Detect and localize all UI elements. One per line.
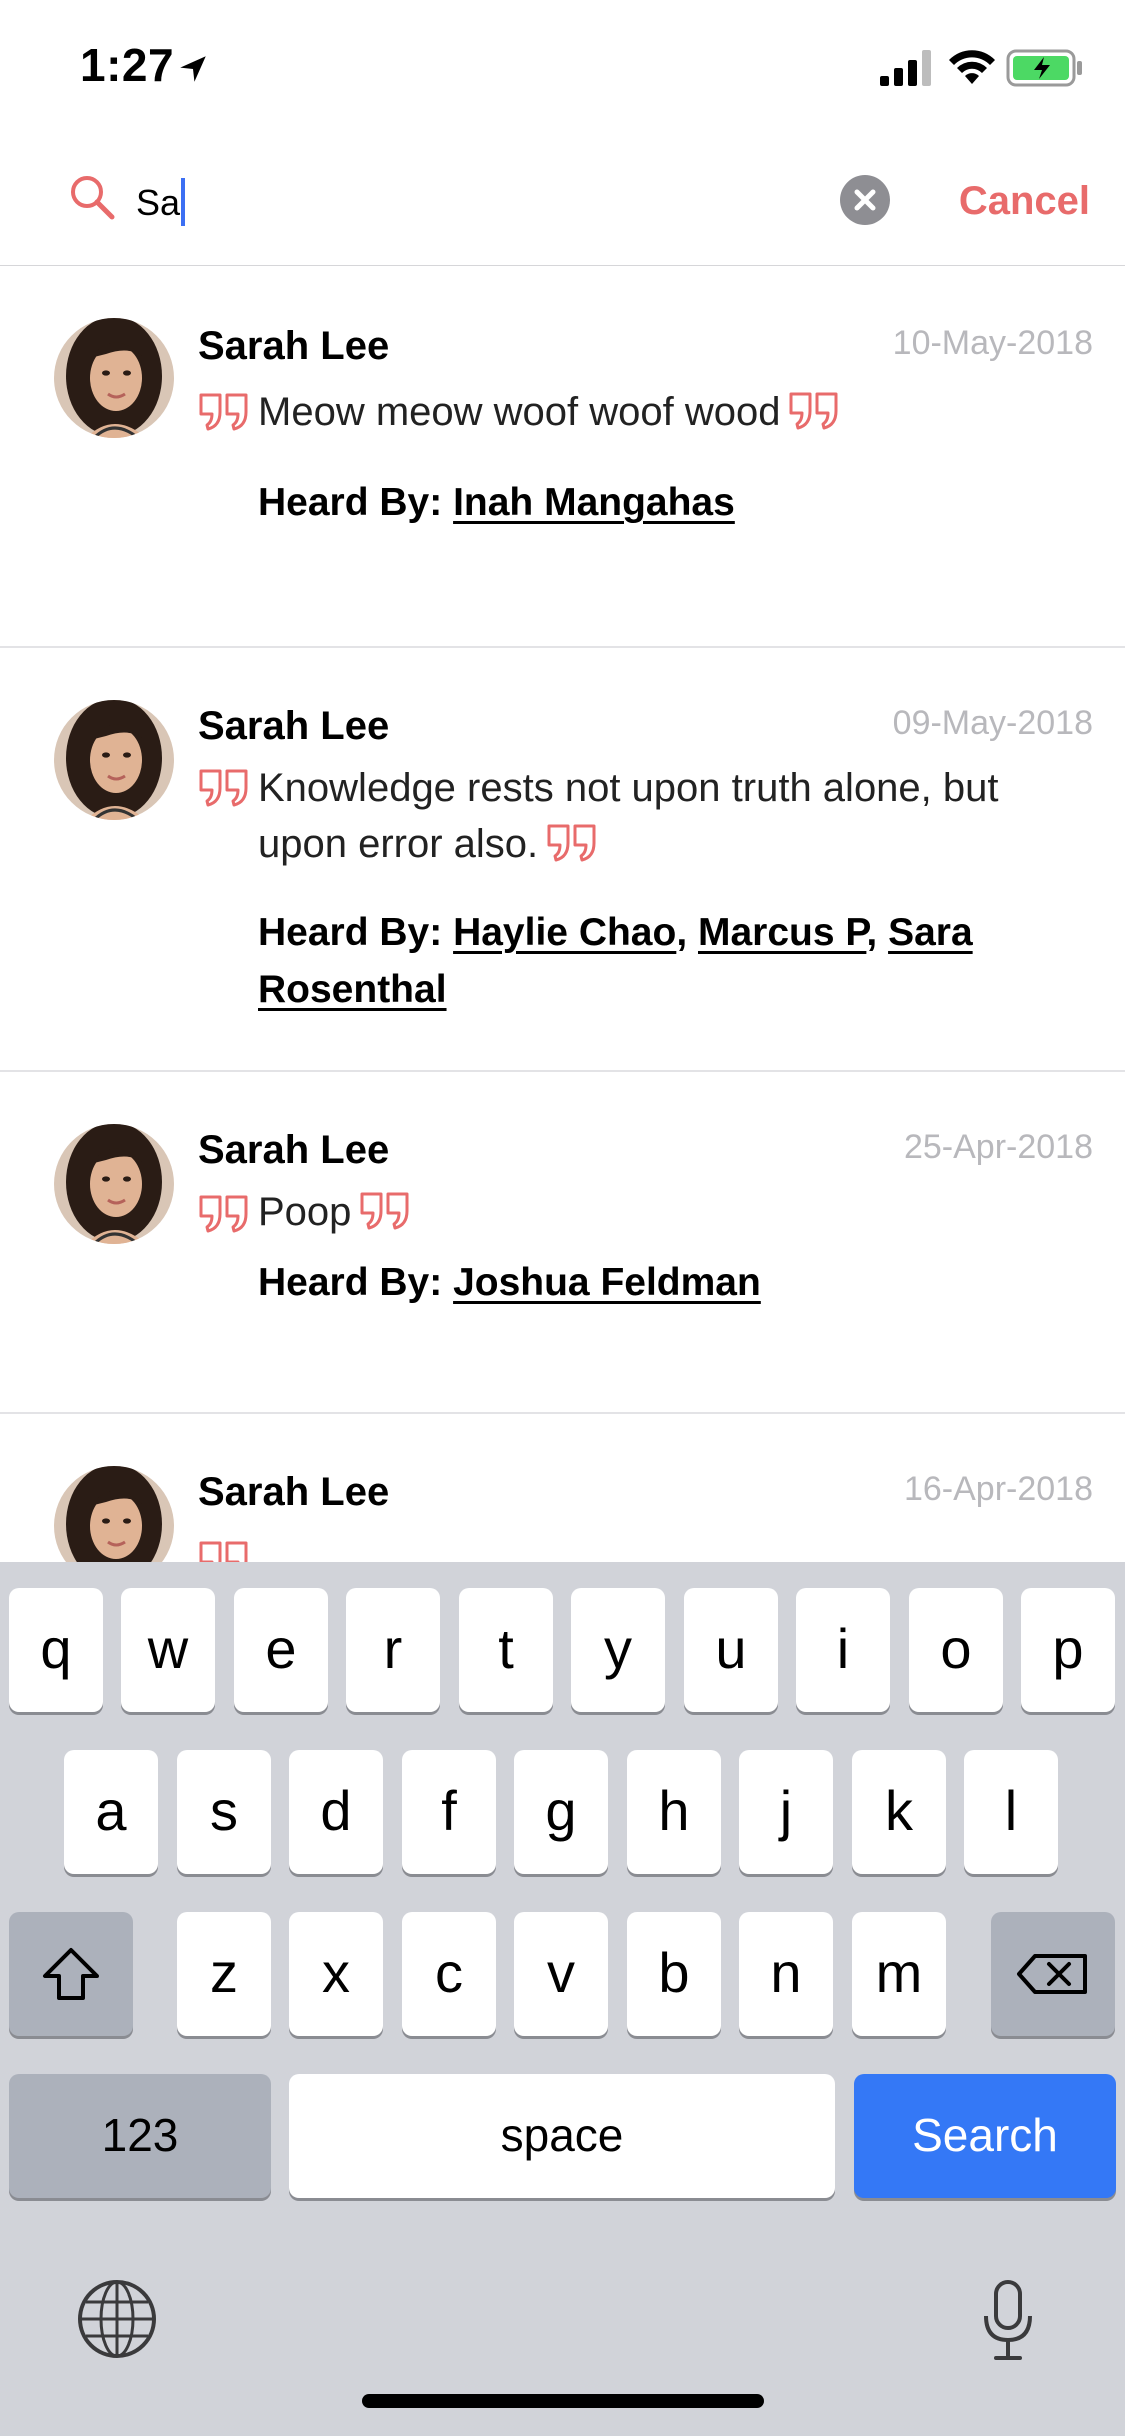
- key-z[interactable]: z: [177, 1912, 271, 2036]
- key-i[interactable]: i: [796, 1588, 890, 1712]
- battery-icon: [1006, 49, 1082, 87]
- quote-body: Poop: [258, 1190, 352, 1234]
- key-r[interactable]: r: [346, 1588, 440, 1712]
- key-p[interactable]: p: [1021, 1588, 1115, 1712]
- heard-by-person-link[interactable]: Marcus P: [698, 911, 866, 954]
- key-k[interactable]: k: [852, 1750, 946, 1874]
- quote-close-icon: [546, 823, 598, 863]
- key-e[interactable]: e: [234, 1588, 328, 1712]
- delete-key[interactable]: [991, 1912, 1115, 2036]
- key-g[interactable]: g: [514, 1750, 608, 1874]
- avatar: [54, 1466, 174, 1562]
- heard-by-label: Heard By:: [258, 1261, 443, 1304]
- key-n[interactable]: n: [739, 1912, 833, 2036]
- key-q[interactable]: q: [9, 1588, 103, 1712]
- text-caret: [181, 178, 186, 227]
- result-card[interactable]: Sarah Lee 10-May-2018 Meow meow woof woo…: [0, 266, 1125, 648]
- key-d[interactable]: d: [289, 1750, 383, 1874]
- author-name: Sarah Lee: [198, 704, 390, 748]
- quote-body: Knowledge rests not upon truth alone, bu…: [258, 766, 999, 866]
- quote-open-icon: [198, 392, 250, 432]
- quote-open-icon: [198, 1540, 250, 1562]
- shift-key[interactable]: [9, 1912, 133, 2036]
- key-t[interactable]: t: [459, 1588, 553, 1712]
- result-card[interactable]: Sarah Lee 25-Apr-2018 Poop Heard By: Jos…: [0, 1072, 1125, 1414]
- author-name: Sarah Lee: [198, 324, 390, 368]
- microphone-icon[interactable]: [980, 2278, 1036, 2362]
- quote-close-icon: [359, 1191, 411, 1231]
- author-name: Sarah Lee: [198, 1128, 390, 1172]
- heard-by-label: Heard By:: [258, 481, 443, 524]
- heard-by-person-link[interactable]: Joshua Feldman: [453, 1261, 761, 1304]
- key-m[interactable]: m: [852, 1912, 946, 2036]
- quote-close-icon: [788, 391, 840, 431]
- key-o[interactable]: o: [909, 1588, 1003, 1712]
- quote-open-icon: [198, 768, 250, 808]
- quote-text: Meow meow woof woof wood: [258, 384, 1078, 440]
- key-v[interactable]: v: [514, 1912, 608, 2036]
- numbers-key[interactable]: 123: [9, 2074, 271, 2198]
- cancel-button[interactable]: Cancel: [930, 171, 1090, 231]
- key-w[interactable]: w: [121, 1588, 215, 1712]
- globe-icon[interactable]: [76, 2278, 158, 2360]
- key-a[interactable]: a: [64, 1750, 158, 1874]
- delete-icon: [1017, 1954, 1087, 1994]
- key-h[interactable]: h: [627, 1750, 721, 1874]
- heard-by: Heard By: Inah Mangahas: [258, 474, 1058, 531]
- quote-text: Poop: [258, 1184, 1078, 1240]
- results-list: Sarah Lee 10-May-2018 Meow meow woof woo…: [0, 266, 1125, 1562]
- key-c[interactable]: c: [402, 1912, 496, 2036]
- heard-by-person-link[interactable]: Inah Mangahas: [453, 481, 735, 524]
- heard-by-label: Heard By:: [258, 911, 443, 954]
- key-s[interactable]: s: [177, 1750, 271, 1874]
- avatar: [54, 700, 174, 820]
- quote-text: Knowledge rests not upon truth alone, bu…: [258, 760, 1078, 872]
- quote-body: Meow meow woof woof wood: [258, 390, 781, 434]
- quote-open-icon: [198, 1194, 250, 1234]
- status-bar: 1:27: [0, 0, 1125, 135]
- search-icon: [71, 176, 115, 220]
- result-date: 25-Apr-2018: [903, 1128, 1093, 1166]
- wifi-icon: [949, 50, 995, 84]
- result-card[interactable]: Sarah Lee 09-May-2018 Knowledge rests no…: [0, 648, 1125, 1072]
- signal-icon: [880, 50, 931, 86]
- avatar: [54, 1124, 174, 1244]
- heard-by-person-link[interactable]: Haylie Chao: [453, 911, 676, 954]
- result-card[interactable]: Sarah Lee 16-Apr-2018: [0, 1414, 1125, 1562]
- home-indicator[interactable]: [362, 2394, 764, 2408]
- clear-icon: [854, 189, 876, 211]
- key-u[interactable]: u: [684, 1588, 778, 1712]
- clear-search-button[interactable]: [840, 175, 890, 225]
- author-name: Sarah Lee: [198, 1470, 390, 1514]
- shift-icon: [43, 1948, 99, 2000]
- space-key[interactable]: space: [289, 2074, 835, 2198]
- key-y[interactable]: y: [571, 1588, 665, 1712]
- result-date: 16-Apr-2018: [903, 1470, 1093, 1508]
- key-x[interactable]: x: [289, 1912, 383, 2036]
- location-arrow-icon: [180, 56, 206, 82]
- status-time: 1:27: [80, 39, 175, 91]
- search-key[interactable]: Search: [854, 2074, 1116, 2198]
- heard-by: Heard By: Joshua Feldman: [258, 1254, 1058, 1311]
- key-l[interactable]: l: [964, 1750, 1058, 1874]
- search-query: Sa: [136, 182, 181, 223]
- avatar: [54, 318, 174, 438]
- key-f[interactable]: f: [402, 1750, 496, 1874]
- key-j[interactable]: j: [739, 1750, 833, 1874]
- result-date: 10-May-2018: [892, 324, 1093, 362]
- search-bar: Sa Cancel: [0, 135, 1125, 267]
- key-b[interactable]: b: [627, 1912, 721, 2036]
- search-input[interactable]: Sa: [136, 177, 816, 229]
- heard-by: Heard By: Haylie Chao, Marcus P, Sara Ro…: [258, 911, 973, 1011]
- result-date: 09-May-2018: [892, 704, 1093, 742]
